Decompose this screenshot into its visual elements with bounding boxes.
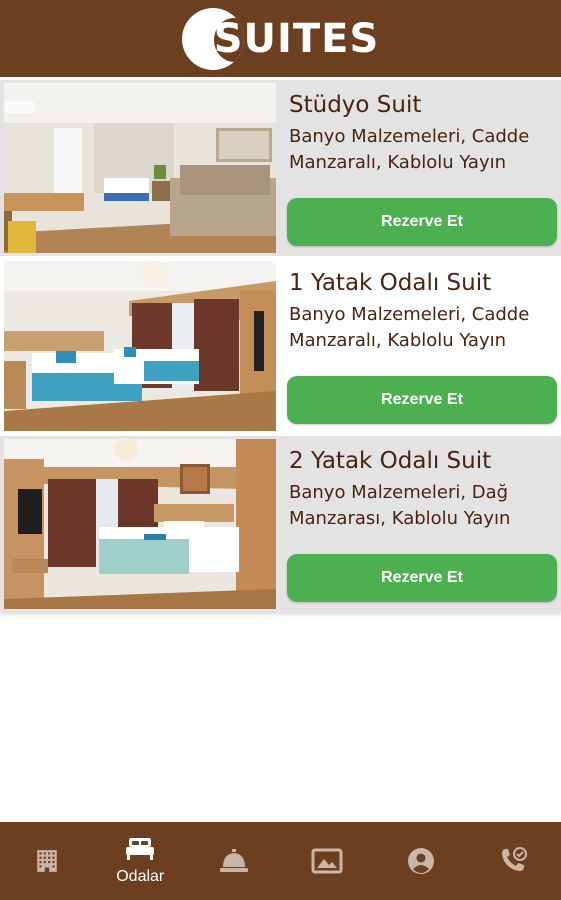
nav-item-hotel[interactable]: [0, 822, 94, 900]
reserve-button[interactable]: Rezerve Et: [287, 554, 557, 602]
contact-phone-icon: [502, 847, 528, 871]
room-description: Banyo Malzemeleri, Dağ Manzarası, Kablol…: [289, 482, 511, 529]
bed-icon: [126, 838, 155, 860]
nav-item-contact[interactable]: [468, 822, 561, 900]
room-title: 1 Yatak Odalı Suit: [289, 270, 492, 296]
app-header: SUITES: [0, 0, 561, 77]
nav-label-rooms: Odalar: [116, 868, 165, 885]
nav-item-reception[interactable]: [187, 822, 281, 900]
room-info: Stüdyo Suit Banyo Malzemeleri, Cadde Man…: [276, 80, 561, 256]
reception-bell-icon: [219, 849, 248, 872]
room-card: 2 Yatak Odalı Suit Banyo Malzemeleri, Da…: [0, 436, 561, 612]
suites-logo: SUITES: [181, 7, 380, 70]
reserve-button[interactable]: Rezerve Et: [287, 376, 557, 424]
logo-text: SUITES: [213, 15, 380, 62]
nav-item-rooms[interactable]: Odalar: [94, 822, 188, 900]
room-card: Stüdyo Suit Banyo Malzemeleri, Cadde Man…: [0, 80, 561, 256]
room-info: 1 Yatak Odalı Suit Banyo Malzemeleri, Ca…: [276, 258, 561, 434]
building-icon: [37, 850, 57, 872]
room-photo[interactable]: [4, 439, 276, 609]
room-photo[interactable]: [4, 83, 276, 253]
room-description: Banyo Malzemeleri, Cadde Manzaralı, Kabl…: [289, 304, 530, 351]
reserve-button[interactable]: Rezerve Et: [287, 198, 557, 246]
nav-item-account[interactable]: [374, 822, 468, 900]
room-description: Banyo Malzemeleri, Cadde Manzaralı, Kabl…: [289, 126, 530, 173]
room-card: 1 Yatak Odalı Suit Banyo Malzemeleri, Ca…: [0, 258, 561, 434]
room-photo[interactable]: [4, 261, 276, 431]
bottom-navigation: Odalar: [0, 822, 561, 900]
room-title: Stüdyo Suit: [289, 92, 422, 118]
account-icon: [407, 848, 434, 874]
nav-item-gallery[interactable]: [281, 822, 375, 900]
gallery-icon: [311, 848, 343, 874]
room-title: 2 Yatak Odalı Suit: [289, 448, 492, 474]
room-info: 2 Yatak Odalı Suit Banyo Malzemeleri, Da…: [276, 436, 561, 612]
